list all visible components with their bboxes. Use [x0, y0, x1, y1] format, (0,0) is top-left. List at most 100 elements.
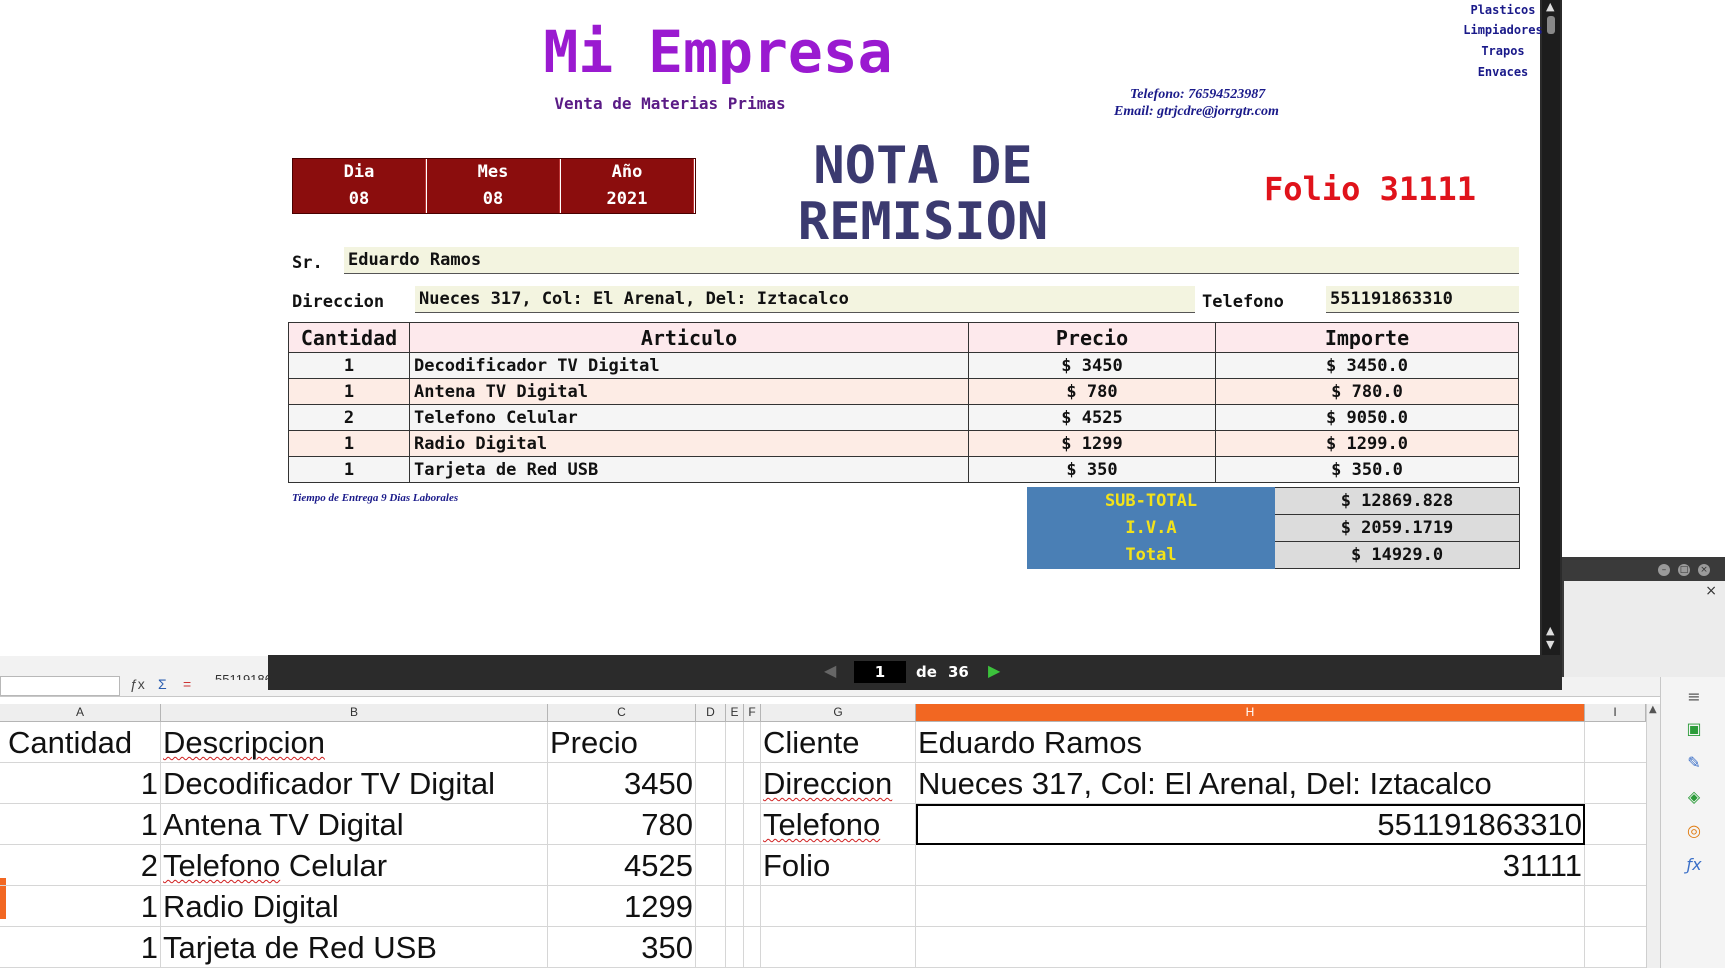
minimize-icon[interactable]: – — [1658, 564, 1670, 576]
cell-g1[interactable]: Cliente — [761, 722, 916, 763]
next-page-icon[interactable]: ▶ — [988, 661, 1000, 680]
cell-d5[interactable] — [696, 886, 726, 927]
row-precio: $ 350 — [968, 456, 1216, 483]
scroll-down-icon[interactable]: ▼ — [1546, 638, 1554, 651]
close-panel-icon[interactable]: × — [1705, 583, 1717, 599]
scroll-up-icon[interactable]: ▲ — [1649, 704, 1657, 715]
cell-b4[interactable]: Telefono Celular — [161, 845, 548, 886]
cell-a1[interactable]: Cantidad — [6, 722, 161, 763]
page-of-label: de — [916, 663, 937, 681]
table-row: 1 Tarjeta de Red USB $ 350 $ 350.0 — [288, 456, 1519, 483]
cell-e5[interactable] — [726, 886, 744, 927]
cell-a3[interactable]: 1 — [6, 804, 161, 845]
cell-d2[interactable] — [696, 763, 726, 804]
cell-h5[interactable] — [916, 886, 1585, 927]
cell-e6[interactable] — [726, 927, 744, 968]
cell-b3[interactable]: Antena TV Digital — [161, 804, 548, 845]
navigator-icon[interactable]: ◎ — [1683, 820, 1705, 842]
column-header-g[interactable]: G — [761, 704, 916, 721]
cell-c3[interactable]: 780 — [548, 804, 696, 845]
column-header-i[interactable]: I — [1585, 704, 1646, 721]
column-header-f[interactable]: F — [744, 704, 761, 721]
function-wizard-icon[interactable]: ƒx — [130, 676, 145, 692]
cell-f1[interactable] — [744, 722, 761, 763]
cell-f4[interactable] — [744, 845, 761, 886]
cell-f3[interactable] — [744, 804, 761, 845]
cell-g2[interactable]: Direccion — [761, 763, 916, 804]
cell-a2[interactable]: 1 — [6, 763, 161, 804]
cell-e4[interactable] — [726, 845, 744, 886]
sidebar-menu-icon[interactable]: ≡ — [1683, 686, 1705, 708]
cell-e3[interactable] — [726, 804, 744, 845]
functions-icon[interactable]: ƒx — [1683, 854, 1705, 876]
product-item: Limpiadores — [1463, 23, 1543, 37]
background-window: – □ × × — [1560, 557, 1725, 677]
cell-f2[interactable] — [744, 763, 761, 804]
cell-h6[interactable] — [916, 927, 1585, 968]
cell-h3-active[interactable]: 551191863310 — [916, 804, 1585, 845]
cell-a4[interactable]: 2 — [6, 845, 161, 886]
cell-h1[interactable]: Eduardo Ramos — [916, 722, 1585, 763]
maximize-icon[interactable]: □ — [1678, 564, 1690, 576]
cell-e1[interactable] — [726, 722, 744, 763]
client-name: Eduardo Ramos — [344, 247, 1519, 274]
cell-g5[interactable] — [761, 886, 916, 927]
cell-d4[interactable] — [696, 845, 726, 886]
column-header-a[interactable]: A — [0, 704, 161, 721]
scroll-up-icon[interactable]: ▲ — [1546, 624, 1554, 637]
cell-e2[interactable] — [726, 763, 744, 804]
cell-g4[interactable]: Folio — [761, 845, 916, 886]
column-header-b[interactable]: B — [161, 704, 548, 721]
sheet-vertical-scrollbar[interactable]: ▲ — [1646, 704, 1661, 968]
page-total: 36 — [948, 663, 969, 681]
styles-icon[interactable]: ✎ — [1683, 752, 1705, 774]
cell-d3[interactable] — [696, 804, 726, 845]
cell-c1[interactable]: Precio — [548, 722, 696, 763]
cell-b2[interactable]: Decodificador TV Digital — [161, 763, 548, 804]
sum-icon[interactable]: Σ — [158, 676, 167, 692]
cell-b6[interactable]: Tarjeta de Red USB — [161, 927, 548, 968]
scroll-up-icon[interactable]: ▲ — [1546, 0, 1554, 13]
row-precio: $ 1299 — [968, 430, 1216, 457]
scroll-thumb[interactable] — [1547, 16, 1555, 34]
equals-icon[interactable]: = — [183, 676, 191, 692]
close-icon[interactable]: × — [1698, 564, 1710, 576]
name-box[interactable] — [0, 676, 120, 696]
date-box: Dia Mes Año 08 08 2021 — [292, 158, 696, 214]
column-header-h[interactable]: H — [916, 704, 1585, 721]
header-importe: Importe — [1215, 322, 1519, 353]
cell-g6[interactable] — [761, 927, 916, 968]
background-window-body: × — [1564, 581, 1725, 677]
cell-b5[interactable]: Radio Digital — [161, 886, 548, 927]
cell-a5[interactable]: 1 — [6, 886, 161, 927]
cell-d6[interactable] — [696, 927, 726, 968]
properties-icon[interactable]: ▣ — [1683, 718, 1705, 740]
cell-g3[interactable]: Telefono — [761, 804, 916, 845]
spreadsheet: ƒx Σ = 551191863310 A B C D E F G H I Ca… — [0, 656, 1725, 968]
cell-h4[interactable]: 31111 — [916, 845, 1585, 886]
cell-c2[interactable]: 3450 — [548, 763, 696, 804]
row-articulo: Decodificador TV Digital — [409, 352, 969, 379]
header-cantidad: Cantidad — [288, 322, 410, 353]
cell-a6[interactable]: 1 — [6, 927, 161, 968]
cell-f5[interactable] — [744, 886, 761, 927]
cell-c4[interactable]: 4525 — [548, 845, 696, 886]
cell-b1[interactable]: Descripcion — [161, 722, 548, 763]
column-header-c[interactable]: C — [548, 704, 696, 721]
cell-f6[interactable] — [744, 927, 761, 968]
cell-g2-text: Direccion — [763, 766, 893, 801]
cell-c5[interactable]: 1299 — [548, 886, 696, 927]
column-headers: A B C D E F G H I — [0, 704, 1660, 722]
cell-h2[interactable]: Nueces 317, Col: El Arenal, Del: Iztacal… — [916, 763, 1585, 804]
viewer-vertical-scrollbar[interactable]: ▲ ▲ ▼ — [1542, 0, 1560, 655]
row-cantidad: 1 — [288, 352, 410, 379]
table-row: 1 Radio Digital 1299 — [0, 886, 1660, 927]
column-header-e[interactable]: E — [726, 704, 744, 721]
gallery-icon[interactable]: ◈ — [1683, 786, 1705, 808]
column-header-d[interactable]: D — [696, 704, 726, 721]
previous-page-icon[interactable]: ◀ — [824, 661, 836, 680]
page-number-input[interactable]: 1 — [854, 661, 906, 683]
row-articulo: Antena TV Digital — [409, 378, 969, 405]
cell-d1[interactable] — [696, 722, 726, 763]
cell-c6[interactable]: 350 — [548, 927, 696, 968]
